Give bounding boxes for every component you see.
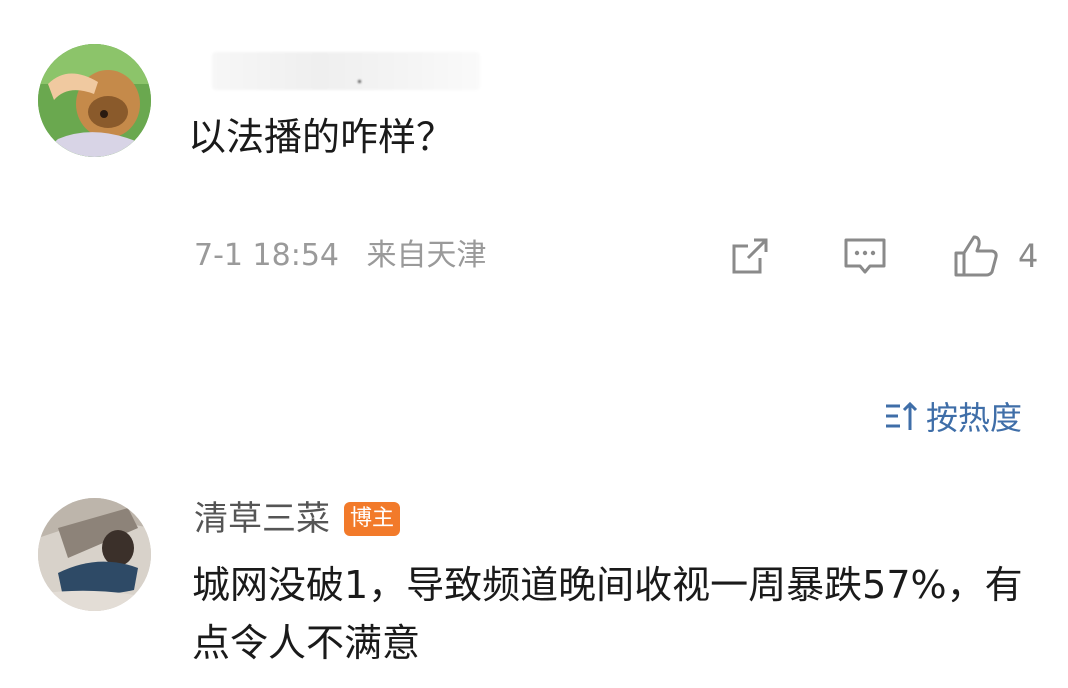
comment-icon — [844, 238, 886, 274]
comment-text: 以法播的咋样？ — [188, 115, 455, 159]
share-button[interactable] — [728, 232, 772, 280]
comment-meta: 7-1 18:54 来自天津 — [194, 236, 487, 276]
thumbs-up-icon — [954, 235, 998, 277]
sort-label: 按热度 — [926, 399, 1023, 437]
like-button[interactable]: 4 — [952, 232, 1038, 280]
comment-button[interactable] — [842, 232, 888, 280]
comment-time: 7-1 18:54 — [194, 238, 339, 273]
like-count: 4 — [1018, 237, 1039, 275]
avatar[interactable] — [38, 498, 151, 611]
author-badge: 博主 — [344, 502, 401, 536]
blurred-username — [212, 52, 480, 90]
sort-icon — [886, 401, 918, 430]
comment-location: 来自天津 — [366, 238, 487, 273]
share-icon — [732, 238, 768, 274]
username[interactable]: 清草三菜 — [194, 496, 330, 542]
avatar[interactable] — [38, 44, 151, 157]
post-author[interactable]: 清草三菜 博主 — [194, 496, 401, 542]
comment-text: 城网没破1，导致频道晚间收视一周暴跌57%，有点令人不满意 — [192, 563, 1023, 665]
sort-by-popularity-button[interactable]: 按热度 — [884, 394, 1022, 438]
dog-avatar-image — [38, 44, 151, 157]
person-avatar-image — [38, 498, 151, 611]
